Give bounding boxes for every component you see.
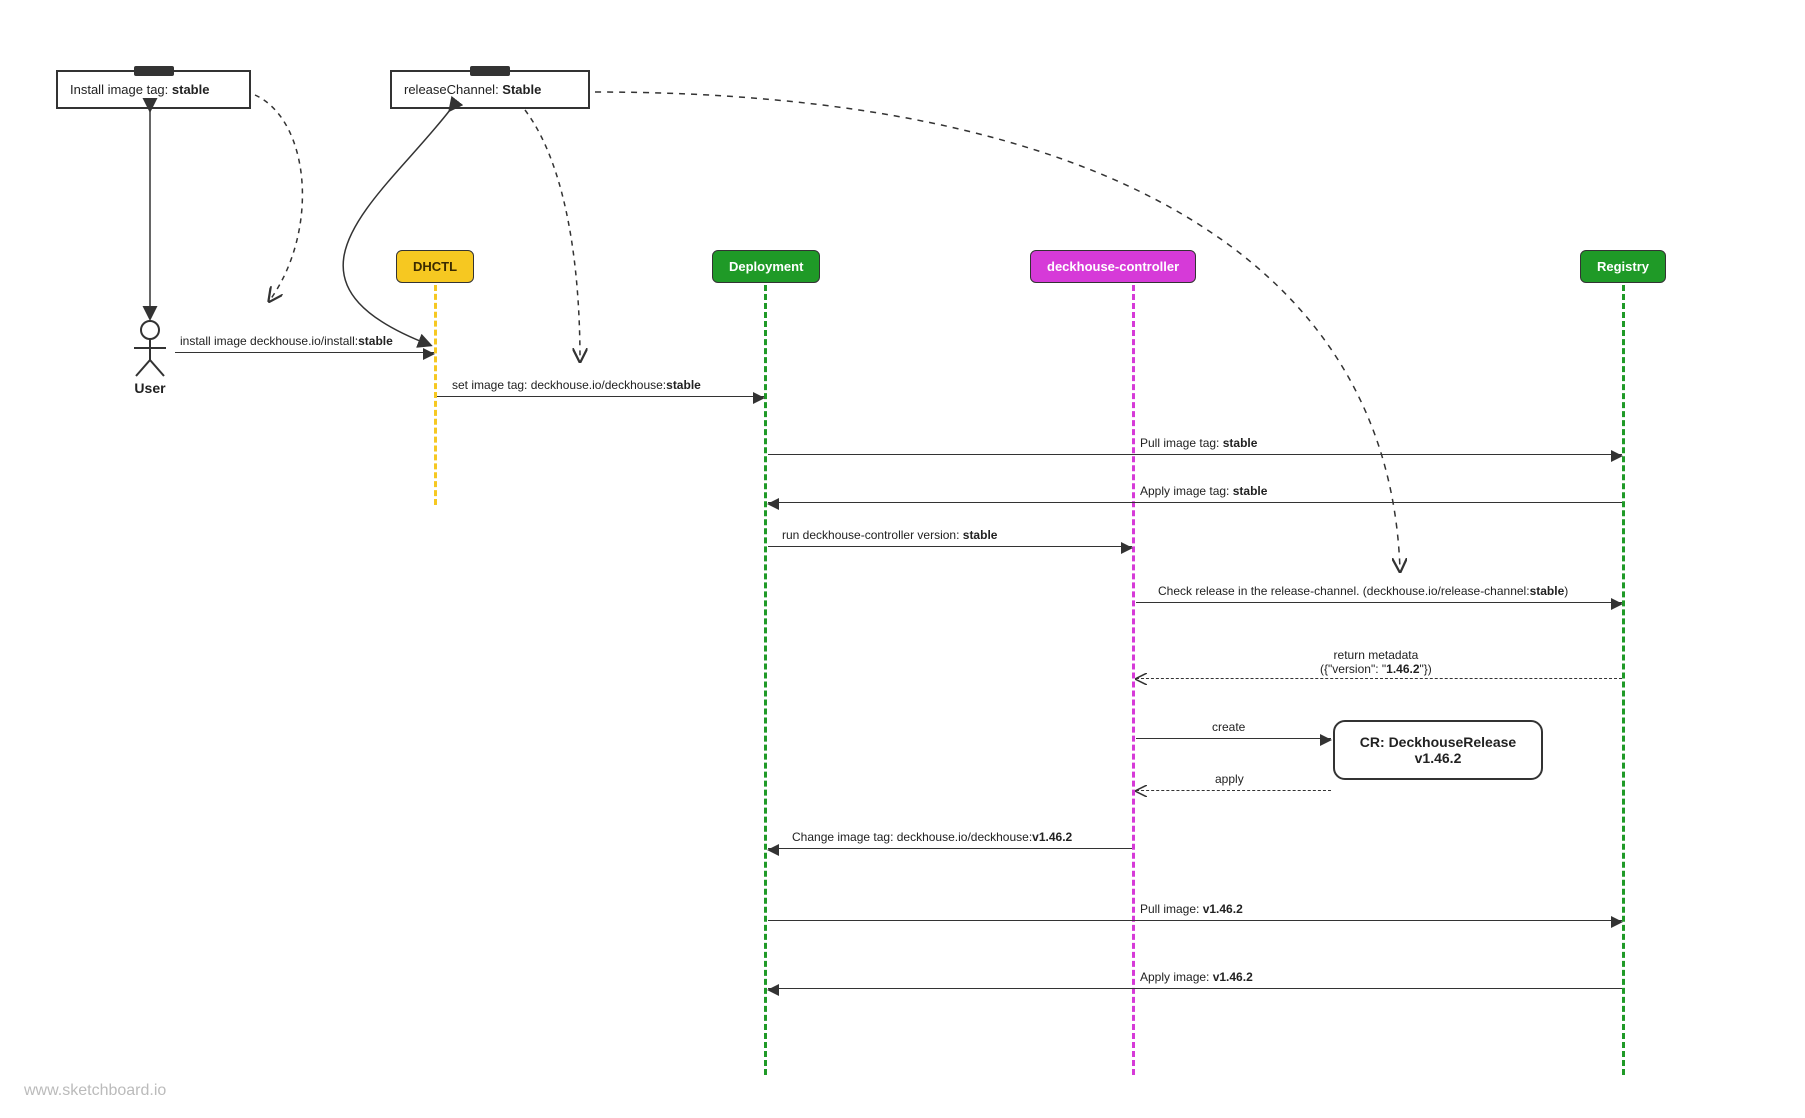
note-install-tag: Install image tag: stable [56,70,251,109]
msg-change-image-tag-label: Change image tag: deckhouse.io/deckhouse… [792,830,1072,844]
lane-dhctl: DHCTL [396,250,474,283]
msg-pull-image-tag-label: Pull image tag: stable [1140,436,1257,450]
lane-controller: deckhouse-controller [1030,250,1196,283]
lifeline-dhctl [434,285,437,505]
msg-check-release-label: Check release in the release-channel. (d… [1158,584,1568,598]
msg-create-cr [1136,738,1331,739]
notebook-binding-icon [470,66,510,76]
lifeline-registry [1622,285,1625,1075]
note-release-channel-text: releaseChannel: Stable [404,82,541,97]
msg-apply-image-label: Apply image: v1.46.2 [1140,970,1253,984]
msg-install-image-label: install image deckhouse.io/install:stabl… [180,334,393,348]
watermark: www.sketchboard.io [24,1082,166,1100]
notebook-binding-icon [134,66,174,76]
msg-apply-cr [1136,790,1331,791]
msg-set-image-tag [437,396,764,397]
note-release-channel: releaseChannel: Stable [390,70,590,109]
msg-run-controller-label: run deckhouse-controller version: stable [782,528,997,542]
person-icon [130,318,170,378]
msg-apply-image-tag [768,502,1622,503]
msg-create-cr-label: create [1212,720,1245,734]
msg-check-release [1136,602,1622,603]
msg-pull-image-tag [768,454,1622,455]
msg-return-metadata [1136,678,1622,679]
lane-registry: Registry [1580,250,1666,283]
msg-pull-image-label: Pull image: v1.46.2 [1140,902,1243,916]
msg-return-metadata-label: return metadata ({"version": "1.46.2"}) [1320,648,1432,676]
msg-install-image [175,352,434,353]
msg-change-image-tag [768,848,1132,849]
msg-apply-cr-label: apply [1215,772,1244,786]
lane-deployment: Deployment [712,250,820,283]
msg-apply-image-tag-label: Apply image tag: stable [1140,484,1267,498]
cr-deckhouse-release: CR: DeckhouseRelease v1.46.2 [1333,720,1543,780]
note-install-tag-text: Install image tag: stable [70,82,209,97]
msg-run-controller [768,546,1132,547]
msg-apply-image [768,988,1622,989]
actor-user-label: User [130,380,170,396]
actor-user: User [130,318,170,396]
msg-pull-image [768,920,1622,921]
connector-curves [0,0,1805,1118]
msg-set-image-tag-label: set image tag: deckhouse.io/deckhouse:st… [452,378,701,392]
